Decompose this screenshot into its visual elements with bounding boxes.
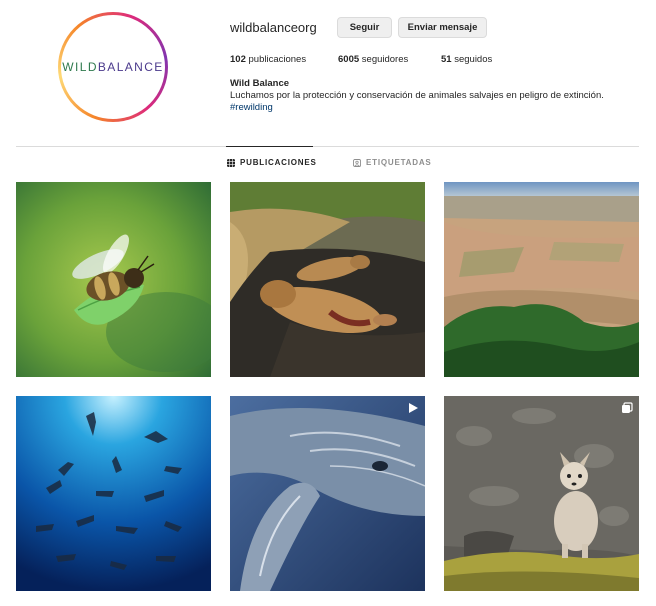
lions-photo	[230, 182, 425, 377]
profile-avatar[interactable]: WILDBALANCE	[58, 12, 168, 122]
arctic-fox-photo	[444, 396, 639, 591]
bio-display-name: Wild Balance	[230, 78, 290, 89]
whale-photo	[230, 396, 425, 591]
tabs-divider	[16, 146, 639, 147]
bee-photo	[16, 182, 211, 377]
posts-count-stat: 102 publicaciones	[230, 54, 307, 65]
video-icon	[409, 403, 418, 413]
following-count-link[interactable]: 51 seguidos	[441, 54, 492, 65]
instagram-profile-page: WILDBALANCE wildbalanceorg Seguir Enviar…	[0, 0, 656, 606]
posts-grid	[16, 182, 639, 592]
post-thumbnail-bee[interactable]	[16, 182, 211, 377]
tab-posts[interactable]: PUBLICACIONES	[227, 158, 317, 167]
profile-username: wildbalanceorg	[230, 20, 317, 35]
follow-button[interactable]: Seguir	[337, 17, 392, 38]
carousel-icon	[622, 402, 633, 413]
send-message-button[interactable]: Enviar mensaje	[398, 17, 487, 38]
tab-tagged-label: ETIQUETADAS	[366, 158, 432, 167]
aerial-landscape-photo	[444, 182, 639, 377]
post-thumbnail-whale[interactable]	[230, 396, 425, 591]
post-thumbnail-aerial-landscape[interactable]	[444, 182, 639, 377]
bio-description: Luchamos por la protección y conservació…	[230, 90, 604, 101]
followers-count-link[interactable]: 6005 seguidores	[338, 54, 408, 65]
tab-posts-label: PUBLICACIONES	[240, 158, 317, 167]
bio-hashtag-link[interactable]: #rewilding	[230, 102, 604, 114]
active-tab-indicator	[226, 146, 313, 147]
sharks-photo	[16, 396, 211, 591]
post-thumbnail-lions[interactable]	[230, 182, 425, 377]
avatar-logo-container: WILDBALANCE	[61, 15, 165, 119]
profile-bio: Wild Balance Luchamos por la protección …	[230, 78, 604, 114]
post-thumbnail-arctic-fox[interactable]	[444, 396, 639, 591]
tagged-user-icon	[353, 158, 361, 167]
post-thumbnail-sharks[interactable]	[16, 396, 211, 591]
grid-icon	[227, 158, 235, 167]
wildbalance-logo: WILDBALANCE	[62, 60, 164, 74]
tab-tagged[interactable]: ETIQUETADAS	[353, 158, 432, 167]
